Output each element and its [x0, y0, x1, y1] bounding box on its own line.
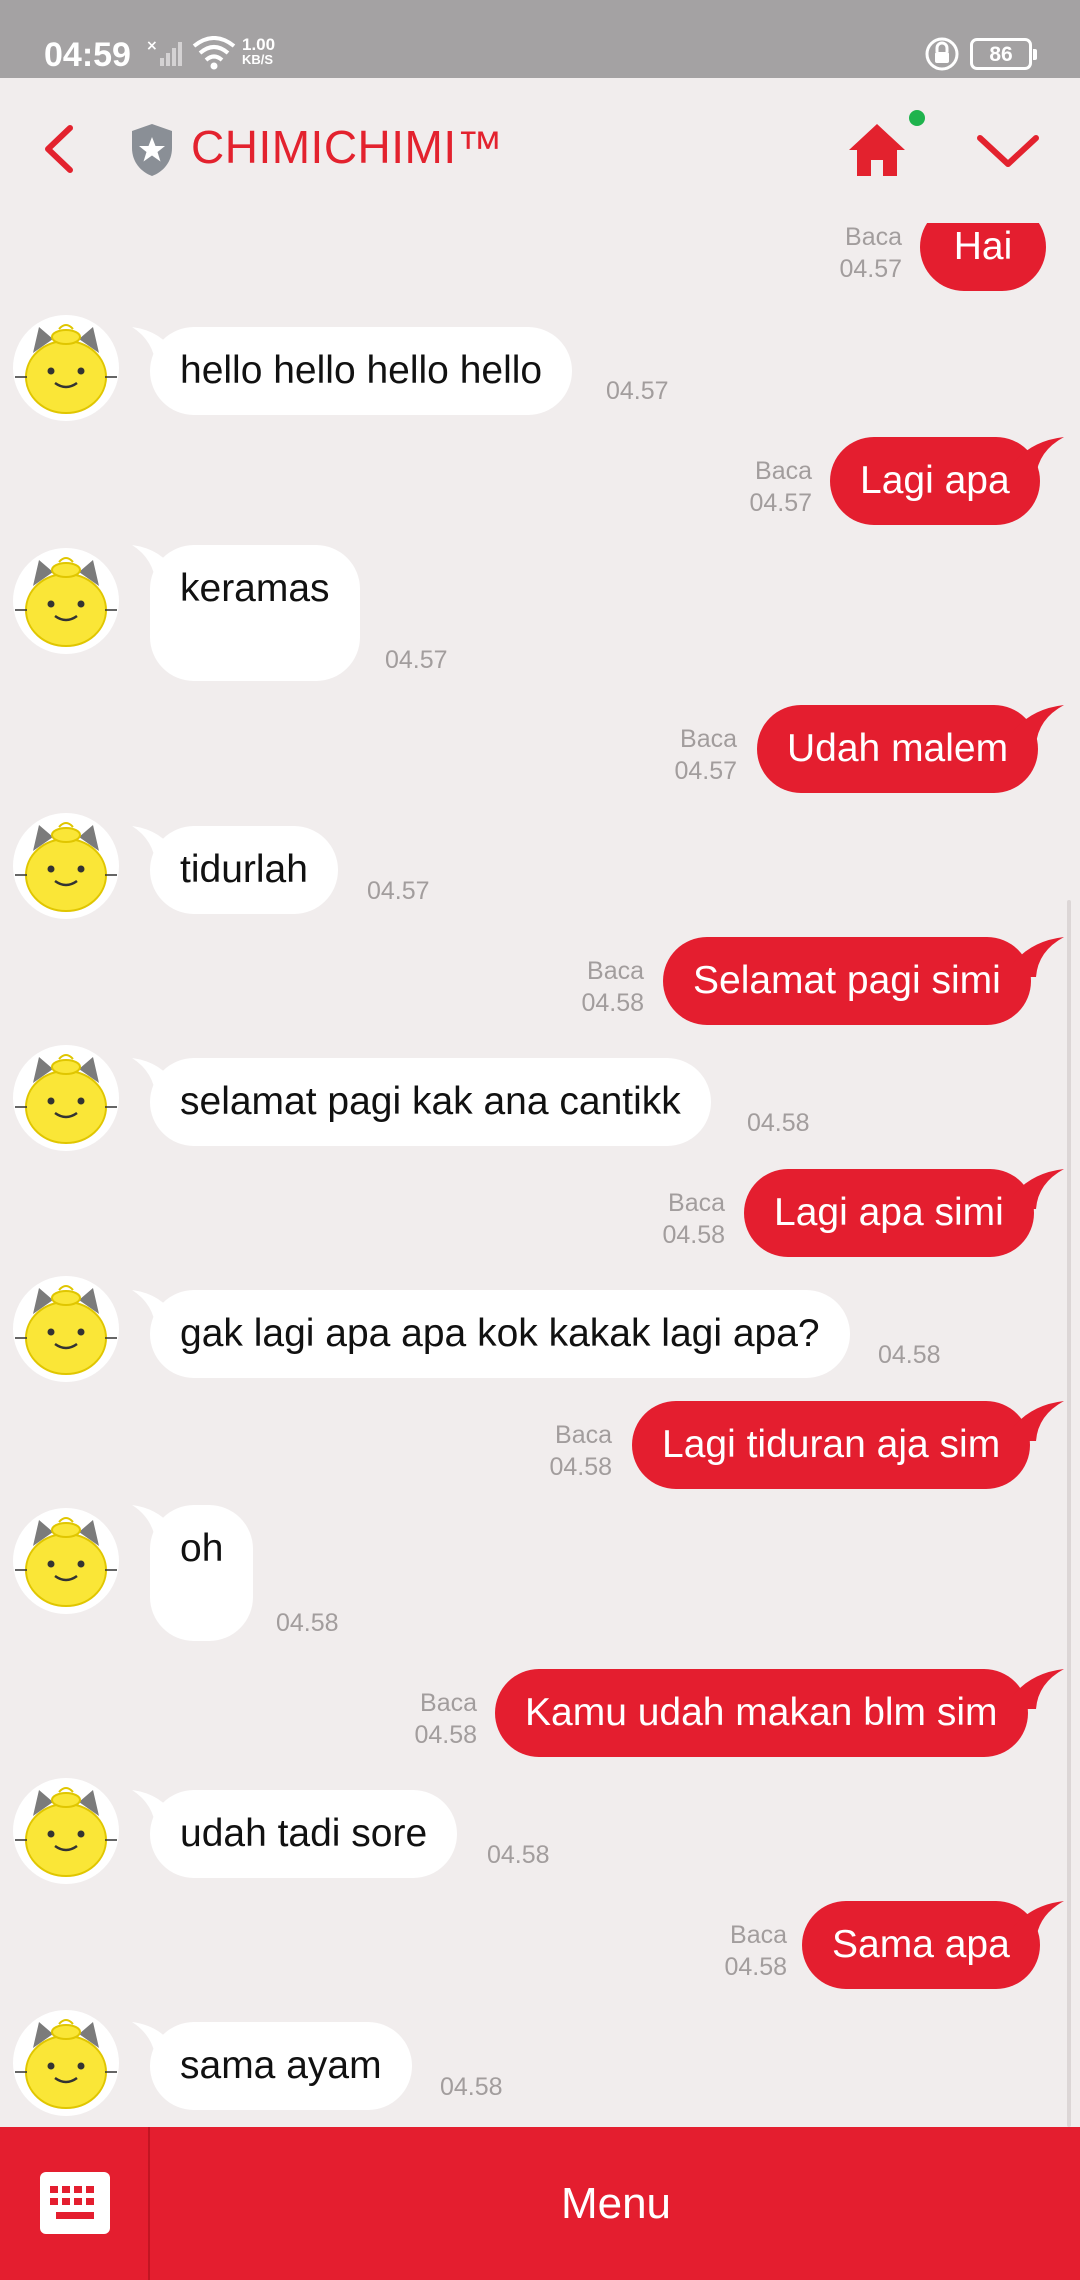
network-speed: 1.00 KB/S [242, 36, 275, 67]
svg-text:×: × [146, 38, 158, 54]
chat-header: CHIMICHIMI™ [0, 78, 1080, 223]
rotation-lock-icon [925, 37, 959, 71]
chick-avatar-icon [15, 1285, 117, 1375]
keyboard-toggle-button[interactable] [0, 2127, 150, 2280]
read-status: Baca [755, 457, 812, 485]
chevron-down-icon[interactable] [972, 126, 1044, 174]
chick-avatar-icon [15, 2019, 117, 2109]
message-bubble[interactable]: Selamat pagi simi [663, 937, 1031, 1025]
bot-avatar[interactable] [13, 2010, 119, 2116]
battery-indicator: 86 [970, 38, 1037, 70]
back-arrow-icon[interactable] [30, 114, 90, 184]
bot-avatar[interactable] [13, 315, 119, 421]
read-status: Baca [680, 725, 737, 753]
message-bubble[interactable]: tidurlah [150, 826, 338, 914]
message-bubble[interactable]: Sama apa [802, 1901, 1040, 1989]
status-time: 04:59 [44, 36, 131, 74]
bubble-tail [1012, 1901, 1064, 1941]
message-time: 04.58 [487, 1841, 550, 1869]
bot-avatar[interactable] [13, 813, 119, 919]
message-time: 04.57 [385, 646, 448, 674]
message-time: 04.58 [414, 1721, 477, 1749]
bot-avatar[interactable] [13, 1045, 119, 1151]
signal-icon: × [146, 38, 182, 66]
message-bubble[interactable]: Kamu udah makan blm sim [495, 1669, 1028, 1757]
chick-avatar-icon [15, 324, 117, 414]
message-bubble[interactable]: Lagi apa [830, 437, 1040, 525]
message-bubble[interactable]: oh [150, 1505, 254, 1641]
bubble-tail [1012, 1401, 1064, 1441]
read-status: Baca [845, 223, 902, 251]
bot-avatar[interactable] [13, 1276, 119, 1382]
bubble-tail [1012, 1669, 1064, 1709]
message-time: 04.57 [839, 255, 902, 283]
message-list[interactable]: Baca 04.57 Hai hello hello hello hello 0… [0, 223, 1080, 2127]
chick-avatar-icon [15, 557, 117, 647]
bot-avatar[interactable] [13, 1778, 119, 1884]
shield-star-icon [132, 124, 172, 176]
message-time: 04.58 [878, 1341, 941, 1369]
chat-title: CHIMICHIMI™ [191, 121, 504, 173]
bot-avatar[interactable] [13, 548, 119, 654]
online-status-dot [909, 110, 925, 126]
message-bubble[interactable]: keramas [150, 545, 360, 681]
message-time: 04.58 [747, 1109, 810, 1137]
chick-avatar-icon [15, 1787, 117, 1877]
message-time: 04.57 [367, 877, 430, 905]
bubble-tail [1012, 437, 1064, 477]
message-time: 04.58 [724, 1953, 787, 1981]
message-time: 04.57 [674, 757, 737, 785]
message-bubble[interactable]: gak lagi apa apa kok kakak lagi apa? [150, 1290, 850, 1378]
bot-avatar[interactable] [13, 1508, 119, 1614]
bubble-tail [1012, 937, 1064, 977]
wifi-icon [192, 36, 236, 70]
message-time: 04.58 [276, 1609, 339, 1637]
chick-avatar-icon [15, 1054, 117, 1144]
read-status: Baca [420, 1689, 477, 1717]
message-bubble[interactable]: Udah malem [757, 705, 1039, 793]
network-speed-unit: KB/S [242, 52, 274, 67]
keyboard-icon [40, 2172, 110, 2234]
message-time: 04.58 [581, 989, 644, 1017]
status-bar: 04:59 × 1.00 KB/S 86 [0, 0, 1080, 78]
message-bubble[interactable]: Lagi apa simi [744, 1169, 1034, 1257]
message-bubble[interactable]: selamat pagi kak ana cantikk [150, 1058, 711, 1146]
chick-avatar-icon [15, 822, 117, 912]
read-status: Baca [668, 1189, 725, 1217]
message-time: 04.57 [606, 377, 669, 405]
home-icon[interactable] [845, 118, 909, 182]
message-bubble[interactable]: Lagi tiduran aja sim [632, 1401, 1031, 1489]
menu-button[interactable]: Menu [152, 2127, 1080, 2280]
message-bubble[interactable]: sama ayam [150, 2022, 412, 2110]
read-status: Baca [587, 957, 644, 985]
message-time: 04.57 [749, 489, 812, 517]
read-status: Baca [730, 1921, 787, 1949]
chick-avatar-icon [15, 1517, 117, 1607]
message-time: 04.58 [549, 1453, 612, 1481]
bottom-bar: Menu [0, 2127, 1080, 2280]
bubble-tail [1012, 1169, 1064, 1209]
message-time: 04.58 [440, 2073, 503, 2101]
read-status: Baca [555, 1421, 612, 1449]
message-time: 04.58 [662, 1221, 725, 1249]
network-speed-value: 1.00 [242, 35, 276, 54]
scrollbar[interactable] [1067, 900, 1071, 2127]
message-bubble[interactable]: hello hello hello hello [150, 327, 573, 415]
bubble-tail [1012, 705, 1064, 745]
message-bubble[interactable]: udah tadi sore [150, 1790, 458, 1878]
message-bubble[interactable]: Hai [920, 223, 1046, 291]
